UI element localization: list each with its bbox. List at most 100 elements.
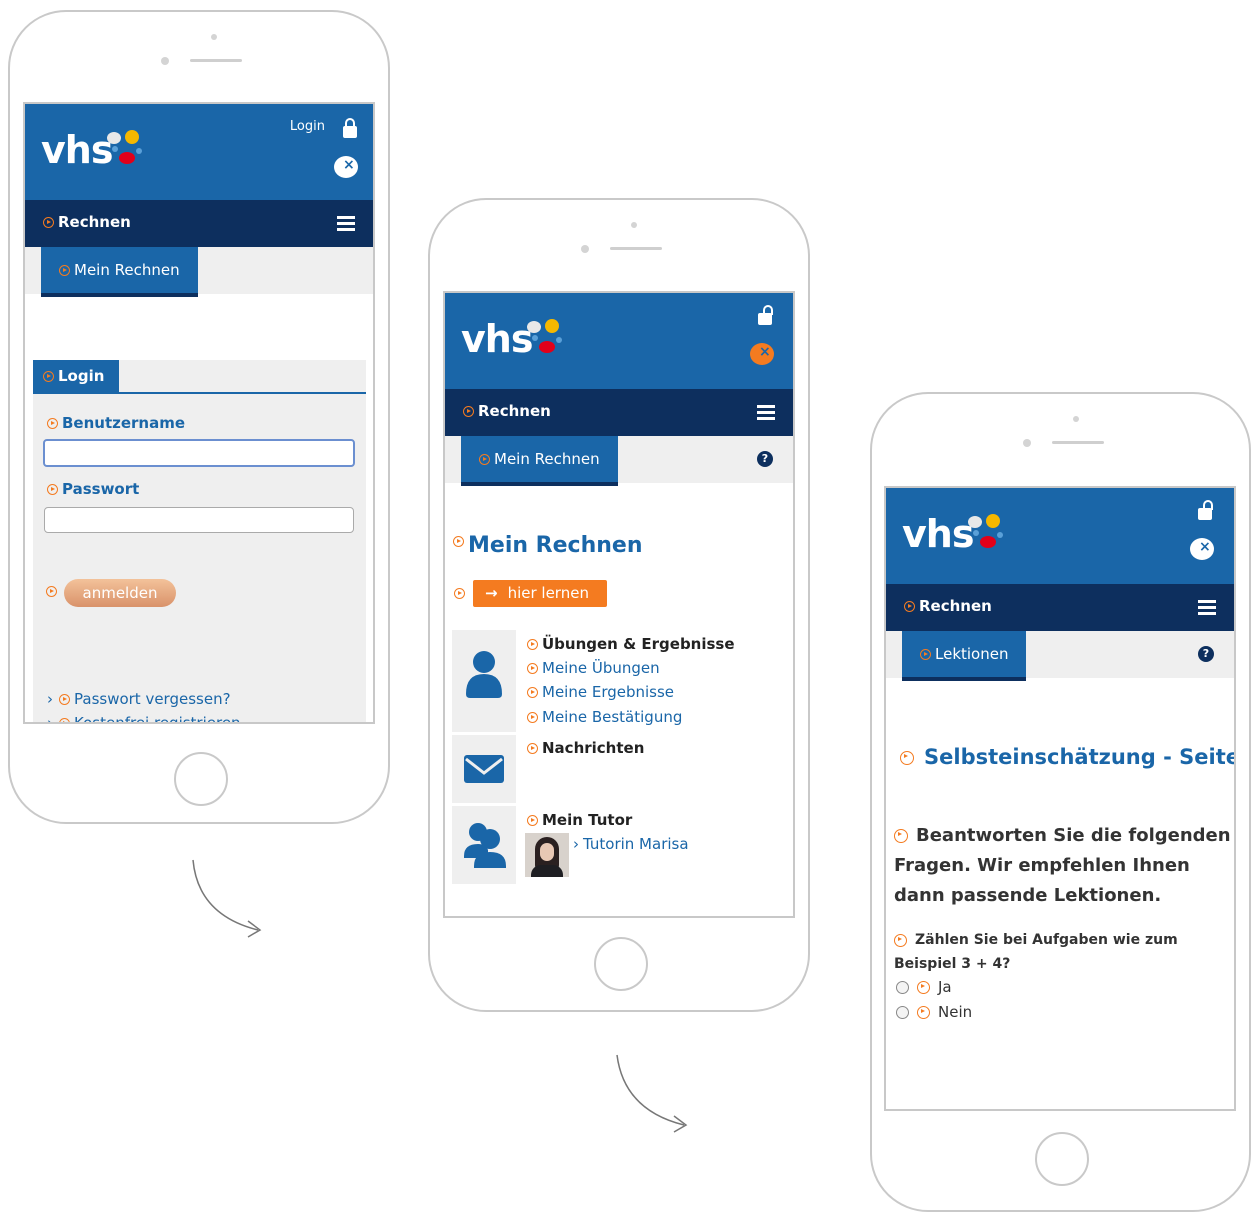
envelope-icon [464,755,504,783]
sub-bar: Mein Rechnen [25,247,373,297]
link-my-results[interactable]: Meine Ergebnisse [527,683,674,701]
play-icon [920,649,931,660]
header: vhs Login [25,104,373,200]
link-label: Meine Übungen [542,659,660,677]
radio-button[interactable] [896,981,909,994]
home-button[interactable] [174,752,228,806]
tab-label: Lektionen [935,645,1009,663]
option-label: Ja [938,978,952,996]
vhs-logo[interactable]: vhs [41,128,113,172]
exercises-title-text: Übungen & Ergebnisse [542,635,735,653]
unlock-icon[interactable] [1198,500,1213,520]
home-button[interactable] [1035,1132,1089,1186]
play-icon [527,815,538,826]
chevron-right-icon: › [47,690,53,708]
nav-title-label: Rechnen [58,213,131,231]
tutor-link[interactable]: › Tutorin Marisa [573,835,689,853]
login-link[interactable]: Login [290,119,325,134]
submit-button[interactable]: anmelden [64,579,176,607]
front-sensor [161,57,169,65]
screen-dashboard: vhs Rechnen Mein Rechnen ? Mein Rechnen … [443,291,795,918]
camera-dot [211,34,217,40]
sub-bar: Mein Rechnen ? [445,436,793,486]
nav-title[interactable]: Rechnen [43,213,131,231]
play-icon [527,639,538,650]
link-forgot-password[interactable]: › Passwort vergessen? [47,690,231,708]
login-tab[interactable]: Login [33,360,119,392]
vhs-logo[interactable]: vhs [461,317,533,361]
messages-icon-box [452,735,516,803]
audio-mute-icon[interactable] [750,343,774,365]
header: vhs [886,488,1234,584]
help-icon[interactable]: ? [757,451,773,467]
link-label: Kostenfrei registrieren [74,714,241,724]
nav-title[interactable]: Rechnen [463,402,551,420]
learn-button[interactable]: → hier lernen [473,580,607,607]
user-icon [466,651,502,698]
page-title-text: Mein Rechnen [468,533,643,558]
play-icon [900,751,914,765]
front-sensor [581,245,589,253]
camera-dot [1073,416,1079,422]
tutor-title-text: Mein Tutor [542,811,633,829]
front-sensor [1023,439,1031,447]
chevron-right-icon: › [573,835,579,853]
link-my-exercises[interactable]: Meine Übungen [527,659,660,677]
home-button[interactable] [594,937,648,991]
question-text: Zählen Sie bei Aufgaben wie zum Beispiel… [894,928,1178,976]
password-label: Passwort [47,480,139,498]
play-icon [47,418,58,429]
speaker-slot [610,247,662,250]
password-field[interactable] [44,507,354,533]
tab-mein-rechnen[interactable]: Mein Rechnen [461,436,618,486]
menu-icon[interactable] [1198,600,1216,615]
play-icon [463,406,474,417]
question-line: Zählen Sie bei Aufgaben wie zum [915,932,1178,948]
flow-arrow-icon [616,1054,688,1133]
link-my-confirmation[interactable]: Meine Bestätigung [527,708,682,726]
radio-button[interactable] [896,1006,909,1019]
arrow-right-icon: → [485,584,498,602]
username-field[interactable] [43,439,355,467]
play-icon [527,712,538,723]
page-title: Selbsteinschätzung - Seite 1 [900,745,1236,769]
page-title-text: Selbsteinschätzung - Seite 1 [924,745,1236,769]
play-icon [894,829,908,843]
messages-title[interactable]: Nachrichten [527,739,644,757]
header: vhs [445,293,793,389]
nav-bar: Rechnen [445,389,793,436]
play-icon [527,687,538,698]
nav-title[interactable]: Rechnen [904,597,992,615]
tab-underline [33,392,366,394]
menu-icon[interactable] [337,216,355,231]
audio-mute-icon[interactable] [1190,538,1214,560]
play-icon [917,981,930,994]
tab-mein-rechnen[interactable]: Mein Rechnen [41,247,198,297]
tutor-avatar[interactable] [525,833,569,877]
chevron-right-icon: › [47,714,53,724]
play-icon [47,484,58,495]
play-icon [479,454,490,465]
link-label: Meine Bestätigung [542,708,683,726]
tab-lektionen[interactable]: Lektionen [902,631,1027,681]
messages-title-text: Nachrichten [542,739,645,757]
username-label-text: Benutzername [62,414,186,432]
option-ja[interactable]: Ja [896,978,952,996]
logo-bubbles-icon [968,514,1008,552]
vhs-logo[interactable]: vhs [902,512,974,556]
unlock-icon[interactable] [758,305,773,325]
intro-line: Fragen. Wir empfehlen Ihnen [894,855,1190,876]
option-nein[interactable]: Nein [896,1003,972,1021]
tutor-icon-box [452,806,516,884]
exercises-title: Übungen & Ergebnisse [527,635,735,653]
audio-mute-icon[interactable] [334,156,358,178]
users-icon [464,823,506,868]
intro-line: Beantworten Sie die folgenden [916,825,1231,846]
screen-login: vhs Login Rechnen Mein Rechnen Login Ben… [23,102,375,724]
lock-icon[interactable] [343,118,357,138]
link-register[interactable]: › Kostenfrei registrieren [47,714,241,724]
play-icon [454,588,465,599]
speaker-slot [190,59,242,62]
help-icon[interactable]: ? [1198,646,1214,662]
menu-icon[interactable] [757,405,775,420]
